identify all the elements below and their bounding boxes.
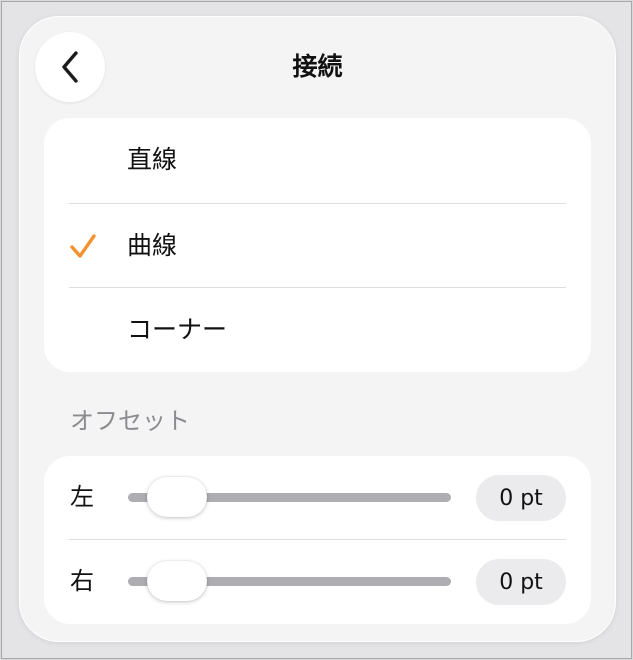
checkmark-icon (70, 234, 96, 258)
option-label: 直線 (127, 145, 178, 174)
offset-label-right: 右 (70, 567, 94, 595)
offset-row-right: 右 0 pt (44, 540, 591, 624)
connection-popover: 接続 直線 曲線 コーナー オフセット 左 0 pt 右 0 pt (19, 16, 616, 642)
offset-slider-left-thumb[interactable] (147, 477, 207, 517)
offset-value-left[interactable]: 0 pt (476, 475, 566, 521)
option-straight[interactable]: 直線 (44, 118, 591, 202)
offset-slider-right-thumb[interactable] (147, 561, 207, 601)
connection-type-list: 直線 曲線 コーナー (44, 118, 591, 372)
offset-row-left: 左 0 pt (44, 456, 591, 540)
option-label: 曲線 (127, 231, 178, 260)
offset-controls: 左 0 pt 右 0 pt (44, 456, 591, 624)
option-curved[interactable]: 曲線 (44, 204, 591, 288)
offset-section-header: オフセット (70, 407, 190, 435)
offset-value-right[interactable]: 0 pt (476, 559, 566, 605)
option-label: コーナー (127, 315, 228, 344)
window-frame: 接続 直線 曲線 コーナー オフセット 左 0 pt 右 0 pt (1, 1, 632, 659)
page-title: 接続 (292, 52, 343, 81)
offset-label-left: 左 (70, 483, 94, 511)
option-corner[interactable]: コーナー (44, 288, 591, 372)
